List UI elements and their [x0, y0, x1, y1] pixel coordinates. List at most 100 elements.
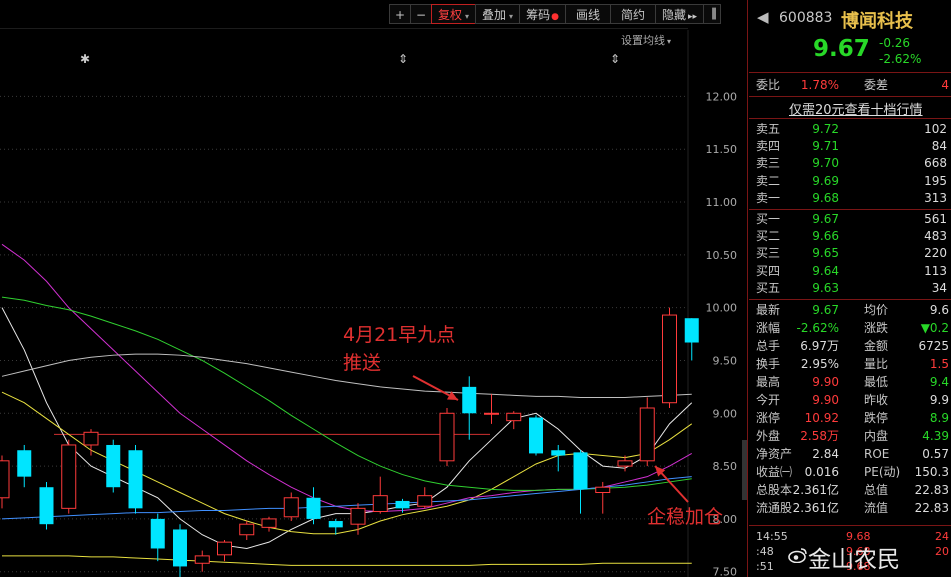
candle-body: [439, 412, 455, 462]
bid-row[interactable]: 买二 9.66 483: [749, 228, 951, 245]
stat-value: 2.84: [812, 447, 839, 461]
kline-chart[interactable]: 12.0011.5011.0010.5010.009.509.008.508.0…: [0, 0, 747, 577]
simple-mode-button[interactable]: 简约: [609, 4, 656, 24]
price-change-pct: -2.62%: [879, 52, 922, 66]
stat-row: 总股本 2.361亿 总值 22.83: [749, 482, 951, 499]
ask-row[interactable]: 卖四 9.71 84: [749, 138, 951, 155]
ask-price: 9.70: [812, 156, 839, 171]
candle-body: [372, 495, 388, 513]
annotation-push-line1: 4月21早九点: [343, 324, 456, 346]
tick-time: 14:55: [756, 530, 788, 543]
hide-button[interactable]: 隐藏 ▸▸: [654, 4, 705, 24]
bid-volume: 220: [924, 246, 947, 261]
ask-row[interactable]: 卖二 9.69 195: [749, 173, 951, 190]
ten-level-promo-link[interactable]: 仅需20元查看十档行情: [789, 99, 923, 118]
stat-value: 2.361亿: [792, 501, 839, 515]
y-tick-label: 7.50: [713, 566, 738, 577]
y-tick-label: 9.50: [713, 354, 738, 367]
ask-row[interactable]: 卖五 9.72 102: [749, 121, 951, 138]
stat-value: 2.95%: [800, 357, 839, 371]
ma-setting-button[interactable]: 设置均线 ▾: [621, 32, 671, 48]
bid-price: 9.67: [812, 212, 839, 226]
expand-icon: ▸▸: [687, 12, 698, 22]
stat-value: 9.67: [812, 303, 839, 317]
ask-label: 卖一: [756, 190, 781, 205]
weibo-icon: [788, 548, 807, 563]
stat-label: 最低: [864, 375, 889, 389]
event-marker-icon[interactable]: ✱: [80, 52, 90, 66]
stat-row: 涨幅 -2.62% 涨跌 ▼0.2: [749, 320, 951, 337]
chevron-down-icon: ▾: [509, 12, 514, 21]
ask-price: 9.71: [812, 139, 839, 154]
y-tick-label: 9.00: [713, 407, 738, 420]
back-arrow-icon[interactable]: ◀: [757, 8, 769, 26]
stat-value: 2.58万: [800, 429, 839, 443]
stat-value: 9.90: [812, 375, 839, 389]
ask-volume: 84: [931, 139, 947, 154]
candle-body: [39, 487, 54, 525]
divider: [749, 72, 951, 73]
ask-volume: 668: [924, 156, 947, 171]
ask-price: 9.68: [812, 190, 839, 205]
collapse-panel-icon[interactable]: ▐: [703, 4, 722, 24]
candle-body: [83, 431, 99, 446]
ask-row[interactable]: 卖三 9.70 668: [749, 155, 951, 172]
candle-body: [194, 555, 210, 564]
stat-value: 150.3: [914, 465, 949, 479]
chevron-down-icon: ▾: [667, 37, 672, 46]
stat-value: 22.83: [914, 483, 949, 497]
kline-chart-area[interactable]: 12.00 11.50 11.00 10.50 10.00 9.50 9.00 8.50 8.0…: [0, 0, 747, 577]
stat-label: 均价: [864, 303, 889, 317]
stat-row: 今开 9.90 昨收 9.9: [749, 392, 951, 409]
fuquan-button[interactable]: 复权 ▾: [431, 4, 477, 24]
event-marker-icon[interactable]: ⇕: [398, 52, 408, 66]
candle-body: [0, 460, 10, 499]
stat-label: 净资产: [756, 447, 793, 461]
stat-label: 涨幅: [756, 321, 781, 335]
overlay-label: 叠加: [482, 8, 507, 22]
bid-row[interactable]: 买五 9.63 34: [749, 280, 951, 297]
y-tick-label: 10.50: [706, 249, 738, 262]
bid-volume: 113: [924, 263, 947, 278]
tick-volume: 24: [935, 530, 949, 543]
draw-line-button[interactable]: 画线: [564, 4, 611, 24]
toolbar-divider: [0, 28, 688, 29]
stat-label: 跌停: [864, 411, 889, 425]
zoom-out-button[interactable]: −: [410, 4, 432, 24]
stat-value: 6.97万: [800, 339, 839, 353]
stat-label: ROE: [864, 447, 890, 461]
stat-value: 22.83: [914, 501, 949, 515]
candle-body: [684, 318, 699, 343]
ma-setting-label: 设置均线: [621, 34, 665, 47]
event-marker-icon[interactable]: ⇕: [610, 52, 620, 66]
hide-label: 隐藏: [661, 8, 686, 22]
ask-row[interactable]: 卖一 9.68 313: [749, 190, 951, 207]
zoom-in-button[interactable]: +: [389, 4, 411, 24]
stat-value: 4.39: [922, 429, 949, 443]
stat-label: 流通股: [756, 501, 793, 515]
stat-label: PE(动): [864, 465, 901, 479]
panel-divider: [747, 0, 748, 577]
bid-row[interactable]: 买四 9.64 113: [749, 263, 951, 280]
stat-value: 9.6: [929, 303, 949, 317]
stat-value: 9.4: [929, 375, 949, 389]
overlay-button[interactable]: 叠加 ▾: [475, 4, 521, 24]
chips-button[interactable]: 筹码●: [519, 4, 566, 24]
stat-label: 最新: [756, 303, 781, 317]
stat-label: 最高: [756, 375, 781, 389]
stat-row: 净资产 2.84 ROE 0.57: [749, 446, 951, 463]
weibi-row: 委比 1.78% 委差 4: [749, 77, 951, 94]
ma-line-ma-long: [2, 555, 692, 566]
bid-row[interactable]: 买三 9.65 220: [749, 245, 951, 262]
ask-price: 9.69: [812, 173, 839, 188]
bid-row[interactable]: 买一 9.67 561: [749, 211, 951, 228]
candle-body: [617, 460, 633, 467]
stat-value: 0.57: [922, 447, 949, 461]
notification-dot-icon: ●: [551, 12, 559, 22]
candle-body: [106, 444, 121, 488]
stat-label: 涨停: [756, 411, 781, 425]
stat-row: 流通股 2.361亿 流值 22.83: [749, 500, 951, 517]
candle-body: [551, 450, 566, 456]
stat-label: 内盘: [864, 429, 889, 443]
divider: [749, 525, 951, 526]
